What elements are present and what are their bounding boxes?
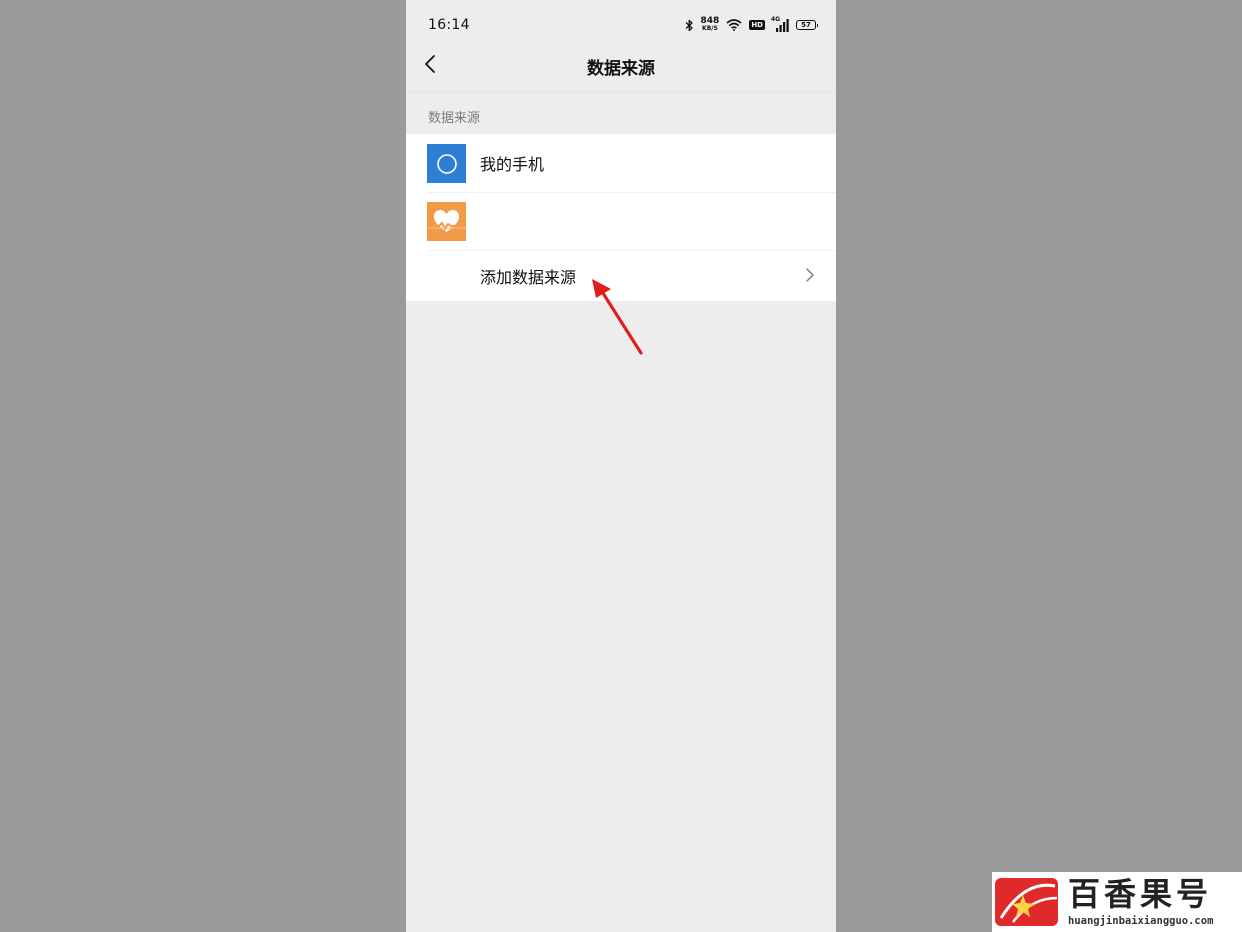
brand-logo-icon: [995, 878, 1058, 926]
watermark-text: 百香果号: [1068, 875, 1213, 913]
battery-icon: 57: [796, 20, 818, 30]
hd-badge: HD: [749, 20, 765, 30]
signal-type-label: 4G: [771, 15, 781, 23]
list-item-label: 我的手机: [480, 155, 545, 174]
watermark-url: huangjinbaixiangguo.com: [1068, 915, 1214, 927]
phone-source-icon: [427, 144, 466, 183]
navigation-bar: 数据来源: [406, 44, 836, 88]
annotation-arrow-icon: [592, 279, 643, 355]
phone-screen: 16:14 848 KB/S HD 4G 57 数据来源 数据来源 我的手机 添…: [406, 0, 836, 932]
list-item-health-app[interactable]: [406, 192, 836, 250]
network-speed: 848 KB/S: [700, 16, 720, 33]
battery-level: 57: [801, 20, 811, 29]
watermark: 百香果号 huangjinbaixiangguo.com: [992, 872, 1242, 932]
section-header: 数据来源: [428, 111, 481, 126]
heart-pulse-icon: [427, 210, 466, 232]
nav-divider: [406, 92, 836, 93]
network-speed-value: 848: [700, 16, 720, 26]
status-time: 16:14: [428, 17, 470, 33]
status-icons: 848 KB/S HD 4G 57: [685, 15, 818, 34]
page-title: 数据来源: [587, 59, 655, 79]
network-speed-unit: KB/S: [702, 25, 718, 32]
chevron-right-icon: [806, 268, 814, 282]
wifi-icon: [726, 19, 742, 31]
bluetooth-icon: [685, 19, 693, 31]
list-item-my-phone[interactable]: 我的手机: [406, 134, 836, 192]
health-heart-icon: [427, 202, 466, 241]
status-bar: 16:14 848 KB/S HD 4G 57: [406, 0, 836, 50]
circle-ring-icon: [436, 153, 457, 174]
add-data-source-label: 添加数据来源: [480, 267, 577, 287]
cellular-signal-icon: 4G: [771, 15, 789, 32]
